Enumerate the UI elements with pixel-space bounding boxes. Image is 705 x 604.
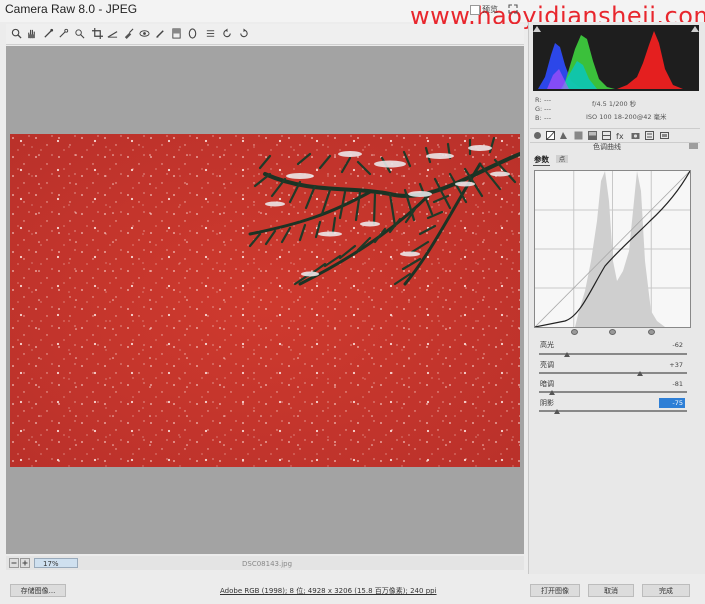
tab-lens-icon[interactable] xyxy=(602,131,611,140)
tab-detail-icon[interactable] xyxy=(559,131,568,140)
slider-darks-track[interactable] xyxy=(539,391,687,393)
tab-basic-icon[interactable] xyxy=(533,131,542,140)
tab-split-toning-icon[interactable] xyxy=(588,131,597,140)
slider-darks-label: 暗调 xyxy=(540,380,554,388)
rotate-cw-icon[interactable] xyxy=(237,27,250,40)
radial-filter-icon[interactable] xyxy=(186,27,199,40)
image-info: R: --- G: --- B: --- f/4.5 1/200 秒 ISO 1… xyxy=(530,94,700,126)
tab-presets-icon[interactable] xyxy=(645,131,654,140)
tab-camera-calibration-icon[interactable] xyxy=(631,131,640,140)
tab-snapshots-icon[interactable] xyxy=(660,131,669,140)
adjustment-brush-icon[interactable] xyxy=(154,27,167,40)
region-split-handle-left[interactable] xyxy=(571,328,578,337)
done-button[interactable]: 完成 xyxy=(642,584,690,597)
slider-highlights-thumb[interactable] xyxy=(564,352,571,357)
targeted-adjust-icon[interactable] xyxy=(73,27,86,40)
g-value: --- xyxy=(544,105,552,113)
tab-effects-icon[interactable]: fx xyxy=(616,131,625,141)
zoom-out-icon[interactable] xyxy=(9,558,19,568)
tab-tone-curve-icon[interactable] xyxy=(546,131,555,140)
graduated-filter-icon[interactable] xyxy=(170,27,183,40)
tab-point[interactable]: 点 xyxy=(556,155,568,163)
zoom-level-select[interactable]: 17% xyxy=(34,558,78,568)
spot-removal-icon[interactable] xyxy=(122,27,135,40)
r-value: --- xyxy=(544,96,552,104)
cancel-button[interactable]: 取消 xyxy=(588,584,634,597)
r-label: R: xyxy=(535,96,542,104)
save-image-button[interactable]: 存储图像... xyxy=(10,584,66,597)
slider-darks-value[interactable]: -81 xyxy=(659,379,685,389)
toolbar xyxy=(6,24,524,45)
panel-title: 色调曲线 xyxy=(593,143,621,151)
zoom-in-icon[interactable] xyxy=(20,558,30,568)
workflow-options-link[interactable]: Adobe RGB (1998); 8 位; 4928 x 3206 (15.8… xyxy=(220,586,437,596)
iso-lens: ISO 100 18-200@42 毫米 xyxy=(586,113,667,121)
panel-tabs: fx xyxy=(530,128,700,143)
slider-darks-thumb[interactable] xyxy=(549,390,556,395)
slider-lights-label: 亮调 xyxy=(540,361,554,369)
aperture-shutter: f/4.5 1/200 秒 xyxy=(592,100,637,108)
slider-highlights-label: 高光 xyxy=(540,341,554,349)
b-value: --- xyxy=(544,114,552,122)
tab-parametric[interactable]: 参数 xyxy=(533,154,550,166)
histogram xyxy=(533,25,699,91)
straighten-icon[interactable] xyxy=(106,27,119,40)
tab-hsl-icon[interactable] xyxy=(574,131,583,140)
tone-curve-graph[interactable] xyxy=(534,170,691,328)
file-name: DSC08143.jpg xyxy=(242,560,293,568)
preview-label: 预览 xyxy=(482,5,498,14)
slider-highlights-value[interactable]: -62 xyxy=(659,340,685,350)
preview-checkbox[interactable] xyxy=(470,5,480,15)
open-image-button[interactable]: 打开图像 xyxy=(530,584,580,597)
red-eye-icon[interactable] xyxy=(138,27,151,40)
fullscreen-icon[interactable] xyxy=(508,4,518,16)
region-split-handle-middle[interactable] xyxy=(609,328,616,337)
snowy-pine-branch-image xyxy=(10,134,520,467)
panel-menu-icon[interactable] xyxy=(689,142,698,152)
slider-shadows-track[interactable] xyxy=(539,410,687,412)
g-label: G: xyxy=(535,105,543,113)
highlight-clipping-warning-icon[interactable] xyxy=(691,25,699,32)
rotate-ccw-icon[interactable] xyxy=(221,27,234,40)
photo-preview[interactable] xyxy=(10,134,520,467)
preferences-icon[interactable] xyxy=(204,27,217,40)
color-sampler-icon[interactable] xyxy=(57,27,70,40)
shadow-clipping-warning-icon[interactable] xyxy=(533,25,541,32)
slider-lights-thumb[interactable] xyxy=(636,371,643,376)
window-title: Camera Raw 8.0 - JPEG xyxy=(5,2,138,16)
slider-shadows-thumb[interactable] xyxy=(553,409,560,414)
hand-icon[interactable] xyxy=(25,27,38,40)
slider-lights-track[interactable] xyxy=(539,372,687,374)
slider-shadows-value[interactable]: -75 xyxy=(659,398,685,408)
crop-icon[interactable] xyxy=(91,27,104,40)
region-split-handle-right[interactable] xyxy=(648,328,655,337)
slider-highlights-track[interactable] xyxy=(539,353,687,355)
svg-text:fx: fx xyxy=(616,132,624,140)
b-label: B: xyxy=(535,114,542,122)
white-balance-icon[interactable] xyxy=(42,27,55,40)
slider-shadows-label: 阴影 xyxy=(540,399,554,407)
zoom-icon[interactable] xyxy=(10,27,23,40)
slider-lights-value[interactable]: +37 xyxy=(659,360,685,370)
